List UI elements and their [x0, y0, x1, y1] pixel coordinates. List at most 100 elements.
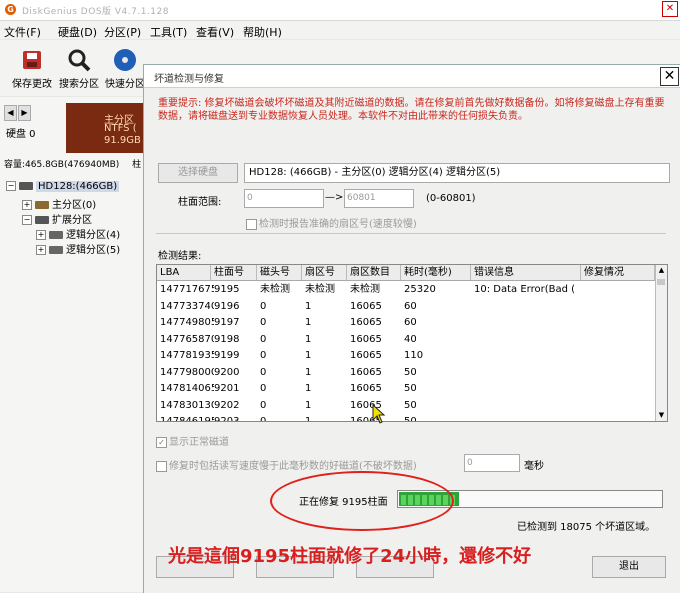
- save-button[interactable]: 保存更改: [10, 44, 54, 94]
- cell-repair: [581, 414, 658, 421]
- expand-icon[interactable]: +: [36, 230, 46, 240]
- cell-time: 50: [404, 383, 417, 394]
- col-sector[interactable]: 扇区号: [302, 265, 347, 280]
- scroll-down-icon[interactable]: ▼: [656, 410, 667, 421]
- disk-icon: [113, 48, 137, 72]
- partition-block[interactable]: 主分区 NTFS ( 91.9GB: [66, 103, 150, 153]
- table-row[interactable]: 147765870 9198 0 1 16065 40: [157, 332, 655, 348]
- cell-error: [471, 414, 584, 421]
- col-repair[interactable]: 修复情况: [581, 265, 655, 280]
- menu-disk[interactable]: 硬盘(D): [58, 24, 97, 40]
- divider: [156, 233, 666, 234]
- cell-repair: [581, 365, 658, 381]
- disk-nav: ◀ ▶: [4, 105, 32, 121]
- dialog-close-icon[interactable]: ✕: [660, 67, 679, 86]
- cell-time: 50: [404, 416, 417, 422]
- tree-node-logical-5[interactable]: + 逻辑分区(5): [6, 241, 146, 256]
- tree-node-logical-4[interactable]: + 逻辑分区(4): [6, 226, 146, 241]
- menu-help[interactable]: 帮助(H): [243, 24, 282, 40]
- quick-partition-label: 快速分区: [105, 79, 145, 90]
- menu-partition[interactable]: 分区(P): [104, 24, 141, 40]
- table-scrollbar[interactable]: ▲ ▼: [655, 265, 667, 421]
- cell-lba: 147798000: [160, 366, 214, 378]
- quick-partition-button[interactable]: 快速分区: [103, 44, 147, 94]
- cell-sector-count: 16065: [350, 383, 382, 394]
- col-lba[interactable]: LBA: [157, 265, 211, 280]
- partition-icon: [49, 231, 63, 239]
- repair-slow-checkbox[interactable]: 修复时包括读写速度慢于此毫秒数的好磁道(不破坏数据): [156, 457, 417, 472]
- next-disk-button[interactable]: ▶: [18, 105, 31, 121]
- menu-view[interactable]: 查看(V): [196, 24, 234, 40]
- cell-time: 60: [404, 300, 417, 312]
- range-to-input[interactable]: 60801: [344, 189, 414, 208]
- cell-sector: 1: [305, 300, 312, 312]
- col-time[interactable]: 耗时(毫秒): [401, 265, 471, 280]
- cell-repair: [581, 299, 658, 315]
- tree-node-extended[interactable]: − 扩展分区: [6, 211, 146, 226]
- select-disk-button[interactable]: 选择硬盘: [158, 163, 238, 183]
- save-icon: [20, 48, 44, 72]
- cell-sector: 1: [305, 416, 312, 422]
- time-threshold-input[interactable]: 0: [464, 454, 520, 472]
- collapse-icon[interactable]: −: [22, 215, 32, 225]
- show-normal-checkbox[interactable]: ✓ 显示正常磁道: [156, 433, 229, 448]
- cell-cylinder: 9198: [214, 333, 240, 345]
- app-titlebar: G DiskGenius DOS版 V4.7.1.128 ✕: [0, 0, 680, 21]
- cell-sector-count: 16065: [350, 333, 382, 345]
- cell-error: [471, 398, 584, 414]
- col-error[interactable]: 错误信息: [471, 265, 581, 280]
- results-table[interactable]: LBA 柱面号 磁头号 扇区号 扇区数目 耗时(毫秒) 错误信息 修复情况 14…: [156, 264, 668, 422]
- expand-icon[interactable]: +: [36, 245, 46, 255]
- scroll-thumb[interactable]: [657, 279, 665, 285]
- table-row[interactable]: 147830130 9202 0 1 16065 50: [157, 398, 655, 414]
- table-row[interactable]: 147733740 9196 0 1 16065 60: [157, 299, 655, 315]
- cell-time: 110: [404, 350, 424, 361]
- collapse-icon[interactable]: −: [6, 181, 16, 191]
- cell-time: 50: [404, 399, 417, 411]
- table-row[interactable]: 147846195 9203 0 1 16065 50: [157, 414, 658, 422]
- cell-sector: 1: [305, 317, 312, 328]
- exit-button[interactable]: 退出: [592, 556, 666, 578]
- cell-sector: 1: [305, 399, 312, 411]
- capacity-text: 容量:465.8GB(476940MB) 柱: [4, 160, 142, 170]
- range-from-input[interactable]: 0: [244, 189, 324, 208]
- menu-file[interactable]: 文件(F): [4, 24, 41, 40]
- table-row[interactable]: 147781935 9199 0 1 16065 110: [157, 348, 655, 364]
- cell-repair: [581, 315, 658, 331]
- table-row[interactable]: 147717675 9195 未检测 未检测 未检测 25320 10: Data Erro…: [157, 282, 655, 298]
- partition-fs: NTFS (: [104, 123, 137, 134]
- cell-cylinder: 9200: [214, 366, 240, 378]
- table-header: LBA 柱面号 磁头号 扇区号 扇区数目 耗时(毫秒) 错误信息 修复情况: [157, 265, 655, 281]
- expand-icon[interactable]: +: [22, 200, 32, 210]
- cell-cylinder: 9195: [214, 284, 240, 295]
- scroll-up-icon[interactable]: ▲: [656, 265, 667, 276]
- disk-info-field: HD128: (466GB) - 主分区(0) 逻辑分区(4) 逻辑分区(5): [244, 163, 670, 183]
- cell-head: 0: [260, 399, 267, 411]
- tree-node-hd[interactable]: − HD128:(466GB): [6, 181, 146, 196]
- cell-cylinder: 9201: [214, 383, 240, 394]
- cell-head: 0: [260, 416, 267, 422]
- cell-lba: 147846195: [160, 416, 214, 422]
- cell-error: 10: Data Error(Bad (: [474, 284, 576, 295]
- prev-disk-button[interactable]: ◀: [4, 105, 17, 121]
- cell-error: [471, 348, 584, 364]
- table-row[interactable]: 147798000 9200 0 1 16065 50: [157, 365, 655, 381]
- disk-tree: − HD128:(466GB) + 主分区(0) − 扩展分区 + 逻辑分区(4) + 逻…: [6, 181, 146, 256]
- col-head[interactable]: 磁头号: [257, 265, 302, 280]
- bad-sector-count: 已检测到 18075 个坏道区域。: [517, 522, 656, 533]
- cell-cylinder: 9202: [214, 399, 240, 411]
- col-cylinder[interactable]: 柱面号: [211, 265, 257, 280]
- annotation-caption: 光是這個9195柱面就修了24小時，還修不好: [168, 546, 532, 567]
- report-sector-checkbox[interactable]: 检测时报告准确的扇区号(速度较慢): [246, 215, 417, 230]
- app-close-icon[interactable]: ✕: [662, 1, 678, 17]
- cell-head: 0: [260, 333, 267, 345]
- save-label: 保存更改: [12, 79, 52, 90]
- table-row[interactable]: 147814065 9201 0 1 16065 50: [157, 381, 655, 397]
- search-partition-button[interactable]: 搜索分区: [57, 44, 101, 94]
- cell-repair: [581, 348, 658, 364]
- col-sector-count[interactable]: 扇区数目: [347, 265, 401, 280]
- menu-tools[interactable]: 工具(T): [150, 24, 187, 40]
- tree-node-primary[interactable]: + 主分区(0): [6, 196, 146, 211]
- cell-cylinder: 9203: [214, 416, 240, 422]
- table-row[interactable]: 147749805 9197 0 1 16065 60: [157, 315, 655, 331]
